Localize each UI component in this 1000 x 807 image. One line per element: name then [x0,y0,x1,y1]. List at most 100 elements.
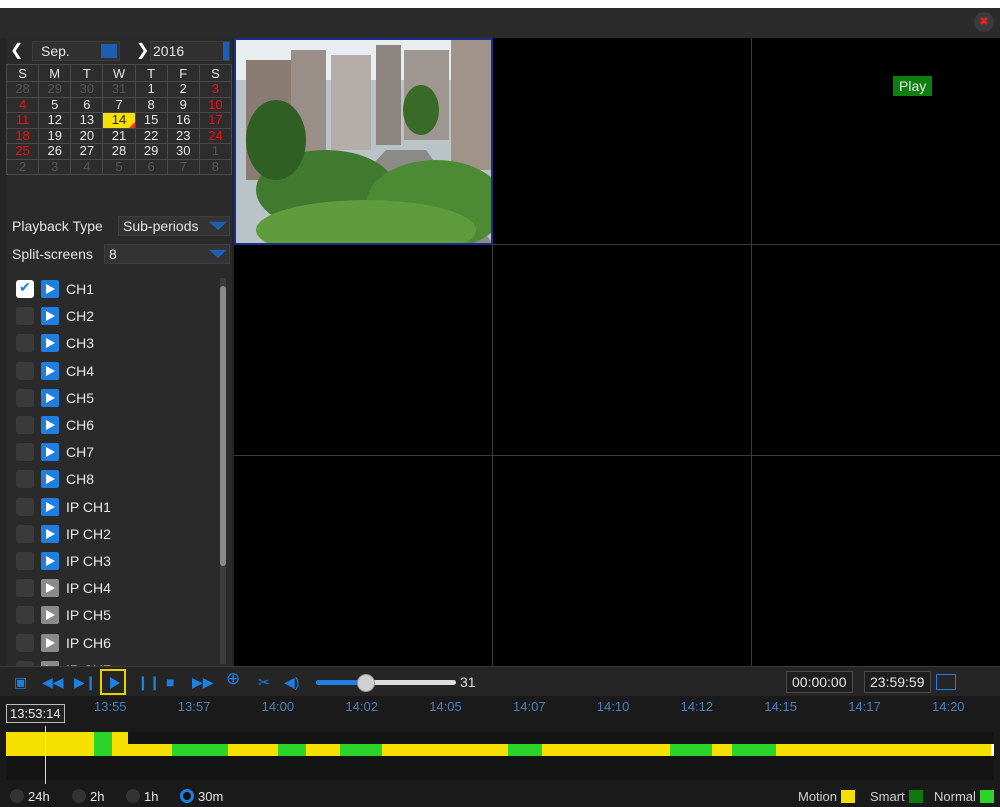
scroll-thumb[interactable] [220,286,226,566]
video-cell-3[interactable] [752,38,1000,245]
play-icon[interactable] [41,497,59,516]
channel-item[interactable]: IP CH3 [16,550,206,572]
play-icon[interactable] [41,524,59,543]
calendar-day[interactable]: 30 [166,143,200,160]
channel-list-scrollbar[interactable] [220,278,226,664]
checkbox[interactable] [16,361,34,380]
checkbox[interactable] [16,279,34,298]
close-button[interactable]: ✖ [974,12,994,32]
fast-forward-icon[interactable]: ▶▶ [192,675,214,689]
channel-item[interactable]: CH2 [16,305,206,327]
speaker-icon[interactable]: ◀) [284,675,299,689]
calendar-day[interactable]: 28 [102,143,136,160]
calendar-day[interactable]: 6 [134,158,168,175]
play-icon[interactable] [41,361,59,380]
calendar-day[interactable]: 2 [166,81,200,98]
channel-item[interactable]: CH8 [16,468,206,490]
spinner-icon[interactable] [223,42,229,60]
volume-slider[interactable] [316,674,456,692]
calendar-day[interactable]: 22 [134,127,168,144]
video-cell-7[interactable] [234,456,493,666]
clip-icon[interactable]: ✂ [258,675,270,689]
channel-item[interactable]: IP CH4 [16,577,206,599]
zoom-radio[interactable]: 30m [180,789,223,804]
video-cell-6[interactable] [752,245,1000,456]
prev-month-icon[interactable]: ❮ [10,40,23,62]
calendar-day[interactable]: 31 [102,81,136,98]
checkbox[interactable] [16,334,34,353]
play-icon[interactable] [41,307,59,326]
play-button[interactable]: Play [893,76,933,96]
calendar-day[interactable]: 9 [166,96,200,113]
channel-item[interactable]: CH5 [16,387,206,409]
camera-feed-ch1[interactable] [234,38,493,245]
checkbox[interactable] [16,606,34,625]
checkbox[interactable] [16,388,34,407]
playback-type-select[interactable]: Sub-periods [118,216,230,236]
pause-icon[interactable]: ❙❙ [137,675,160,689]
calendar-day[interactable]: 1 [198,143,233,160]
checkbox[interactable] [16,579,34,598]
calendar-day[interactable]: 6 [70,96,104,113]
volume-knob[interactable] [357,674,376,692]
end-time-field[interactable]: 23:59:59 [864,671,931,693]
calendar-day[interactable]: 23 [166,127,200,144]
channel-item[interactable]: IP CH6 [16,632,206,654]
calendar-day[interactable]: 7 [102,96,136,113]
calendar-day[interactable]: 13 [70,112,104,129]
calendar-day[interactable]: 12 [38,112,72,129]
channel-item[interactable]: CH4 [16,360,206,382]
zoom-radio[interactable]: 1h [126,789,158,804]
calendar-day[interactable]: 10 [198,96,233,113]
start-time-field[interactable]: 00:00:00 [786,671,853,693]
calendar-day[interactable]: 18 [5,127,40,144]
play-icon[interactable] [41,280,59,298]
calendar-day[interactable]: 24 [198,127,233,144]
channel-item[interactable]: IP CH1 [16,496,206,518]
channel-item[interactable]: IP CH5 [16,604,206,626]
video-cell-5[interactable] [493,245,752,456]
chevron-down-icon[interactable] [209,249,227,259]
stop-icon[interactable]: ■ [166,675,174,689]
calendar-day[interactable]: 25 [5,143,40,160]
channel-item[interactable]: CH6 [16,414,206,436]
channel-item[interactable]: CH3 [16,332,206,354]
channel-item[interactable]: IP CH2 [16,523,206,545]
waveform-icon[interactable] [936,674,956,690]
radio-icon[interactable] [180,789,194,803]
play-icon[interactable] [41,633,59,652]
radio-icon[interactable] [10,789,24,803]
timeline-track[interactable] [6,732,994,780]
calendar-day[interactable]: 27 [70,143,104,160]
calendar-day[interactable]: 8 [134,96,168,113]
calendar-day[interactable]: 30 [70,81,104,98]
calendar-day[interactable]: 3 [38,158,72,175]
chevron-down-icon[interactable] [209,221,227,231]
checkbox[interactable] [16,470,34,489]
month-select[interactable]: Sep. [32,41,120,61]
calendar-day[interactable]: 28 [5,81,40,98]
year-spinner[interactable]: 2016 [150,41,230,61]
calendar-day[interactable]: 21 [102,127,136,144]
calendar-day[interactable]: 26 [38,143,72,160]
split-screens-select[interactable]: 8 [104,244,230,264]
calendar-day[interactable]: 15 [134,112,168,129]
checkbox[interactable] [16,633,34,652]
play-icon[interactable] [41,552,59,570]
video-cell-4[interactable] [234,245,493,456]
radio-icon[interactable] [126,789,140,803]
calendar-day[interactable]: 5 [102,158,136,175]
calendar-day[interactable]: 19 [38,127,72,144]
zoom-radio[interactable]: 2h [72,789,104,804]
next-month-icon[interactable]: ❯ [136,40,149,62]
step-back-icon[interactable]: ▶❙ [74,675,97,689]
play-icon[interactable] [41,334,59,353]
checkbox[interactable] [16,524,34,543]
checkbox[interactable] [16,307,34,326]
checkbox[interactable] [16,552,34,570]
fullscreen-icon[interactable]: ▣ [14,675,27,689]
calendar-day[interactable]: 29 [38,81,72,98]
calendar-day[interactable]: 2 [5,158,40,175]
calendar-day[interactable]: 4 [70,158,104,175]
calendar-day[interactable]: 3 [198,81,233,98]
